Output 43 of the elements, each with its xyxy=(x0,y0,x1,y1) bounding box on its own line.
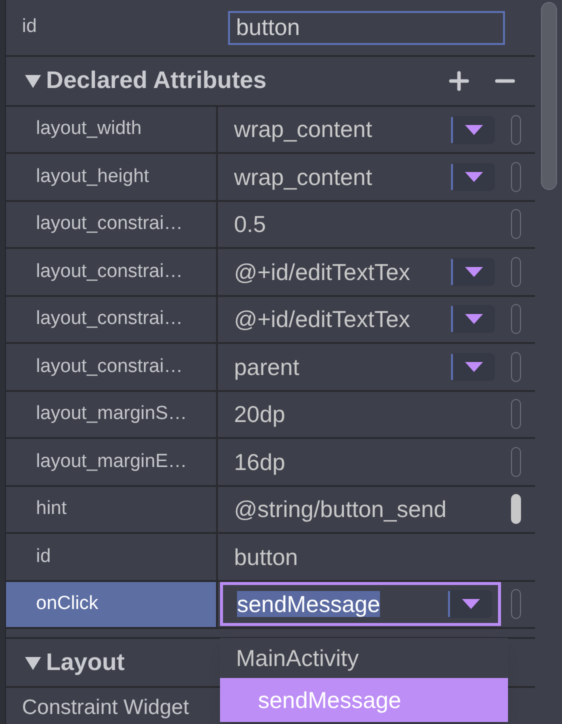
popup-group-label: MainActivity xyxy=(235,644,360,673)
field-label: id xyxy=(22,15,38,40)
attribute-name[interactable]: layout_marginS… xyxy=(6,392,218,438)
section-title: Declared Attributes xyxy=(46,66,268,96)
id-input-field[interactable]: button xyxy=(228,10,505,45)
dropdown-field[interactable]: wrap_content xyxy=(220,108,501,152)
attribute-name[interactable]: layout_constrai… xyxy=(6,202,218,248)
attribute-name[interactable]: layout_constrai… xyxy=(6,344,218,390)
value-field[interactable]: 0.5 xyxy=(220,202,501,246)
dropdown-field[interactable]: @+id/editTextTex xyxy=(220,297,501,342)
value-field[interactable]: button xyxy=(220,534,501,579)
value-field[interactable]: 20dp xyxy=(220,392,501,436)
attribute-name[interactable]: layout_constrai… xyxy=(6,249,218,295)
caret-icon xyxy=(465,124,483,135)
attribute-name[interactable]: layout_width xyxy=(6,106,218,152)
caret-icon xyxy=(465,266,483,277)
caret-icon xyxy=(462,599,480,610)
dropdown-button[interactable] xyxy=(451,163,495,192)
dropdown-field[interactable]: parent xyxy=(220,344,501,389)
attribute-name[interactable]: layout_constrai… xyxy=(6,296,218,342)
resource-indicator-icon[interactable] xyxy=(511,494,521,524)
caret-icon xyxy=(465,314,483,324)
collapse-triangle-icon[interactable] xyxy=(24,72,42,90)
caret-icon xyxy=(465,172,483,182)
value-field[interactable]: 16dp xyxy=(220,440,501,484)
dropdown-button[interactable] xyxy=(451,352,495,381)
attribute-name[interactable]: onClick xyxy=(6,582,218,627)
dropdown-field[interactable]: @+id/editTextTex xyxy=(220,250,501,294)
dropdown-field[interactable]: sendMessage xyxy=(220,582,501,626)
layout-item: Constraint Widget xyxy=(22,696,189,720)
section-title: Layout xyxy=(46,648,125,678)
dropdown-button[interactable] xyxy=(451,258,495,286)
attribute-name[interactable]: layout_marginE… xyxy=(6,439,218,485)
value-field[interactable]: @string/button_send xyxy=(220,487,501,532)
dropdown-button[interactable] xyxy=(448,590,492,618)
attribute-name[interactable]: hint xyxy=(6,486,218,532)
attribute-name[interactable]: layout_height xyxy=(6,154,218,200)
dropdown-button[interactable] xyxy=(451,305,495,334)
dropdown-field[interactable]: wrap_content xyxy=(220,155,501,200)
dropdown-button[interactable] xyxy=(451,116,495,144)
attribute-name[interactable]: id xyxy=(6,534,218,580)
scrollbar-thumb[interactable] xyxy=(540,2,556,190)
caret-icon xyxy=(465,362,483,372)
